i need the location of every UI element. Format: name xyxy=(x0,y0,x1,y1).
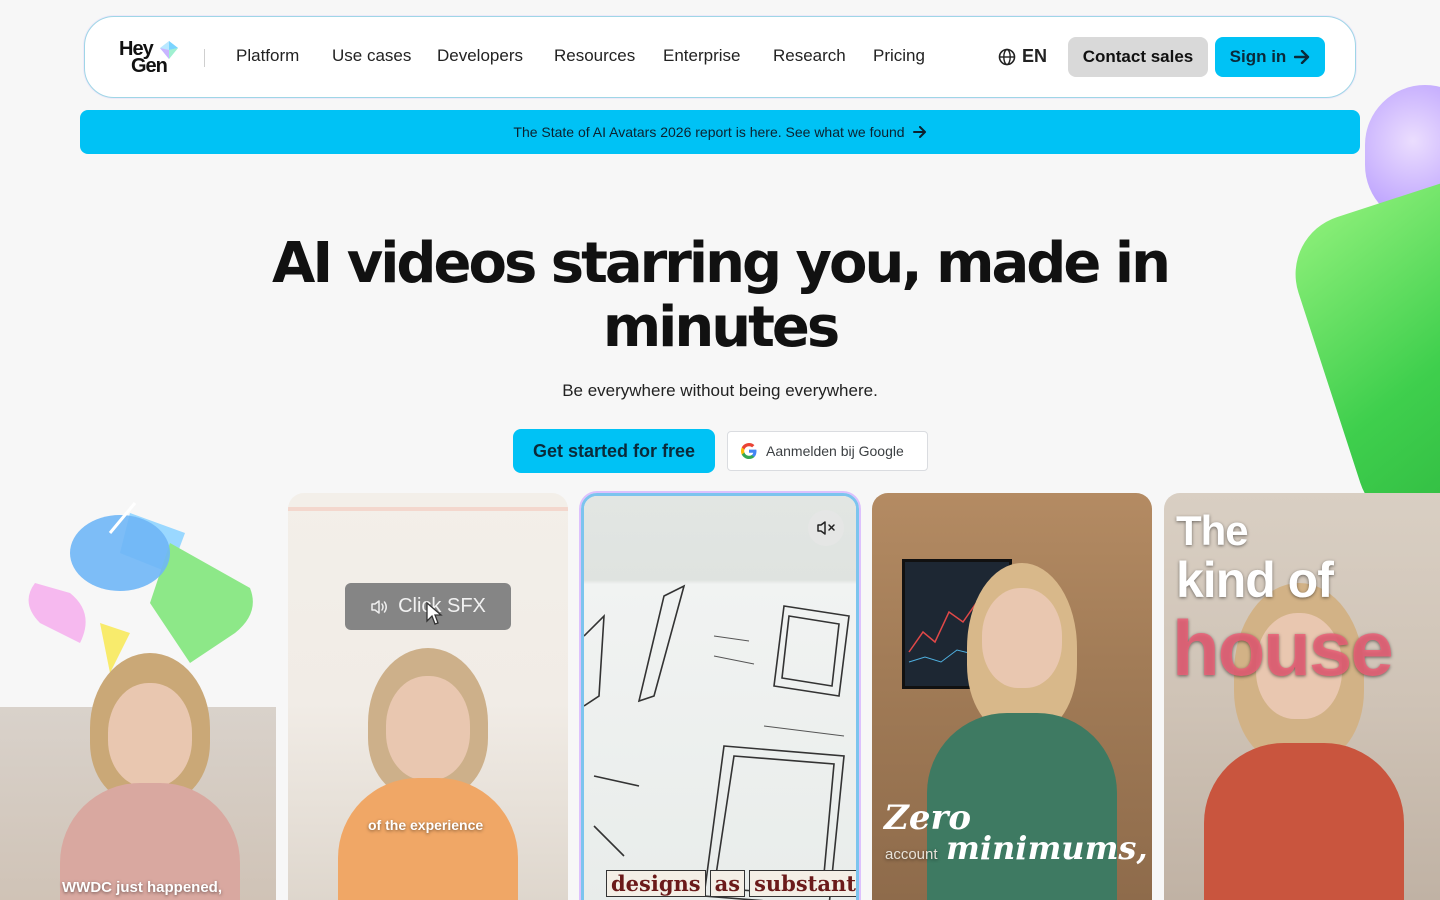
logo-gem-icon xyxy=(160,41,178,59)
caption-word: as xyxy=(709,870,746,897)
caption-word: designs xyxy=(606,870,706,897)
video-card[interactable]: The kind of house xyxy=(1164,493,1440,900)
video-caption: of the experience xyxy=(368,817,484,833)
get-started-button[interactable]: Get started for free xyxy=(513,429,715,473)
patent-drawing-illustration xyxy=(584,584,850,900)
video-caption: WWDC just happened, xyxy=(62,879,222,896)
language-label: EN xyxy=(1022,46,1048,66)
globe-icon xyxy=(998,48,1016,65)
nav-item-research[interactable]: Research xyxy=(773,46,846,66)
word-captions: designsassubstantially xyxy=(606,870,856,897)
card-top-stripe xyxy=(288,507,568,511)
google-sign-in-button[interactable]: Aanmelden bij Google xyxy=(727,431,928,471)
language-selector[interactable]: EN xyxy=(998,46,1047,67)
arrow-right-icon xyxy=(1294,50,1310,64)
nav-item-pricing[interactable]: Pricing xyxy=(873,46,925,66)
video-caption-line3: house xyxy=(1172,604,1394,692)
sign-in-label: Sign in xyxy=(1229,47,1287,66)
heygen-logo[interactable]: Hey Gen xyxy=(119,39,183,79)
caption-word: substantially xyxy=(749,870,856,897)
nav-divider xyxy=(204,49,205,67)
video-card[interactable]: Click SFX of the experience xyxy=(288,493,568,900)
nav-item-platform[interactable]: Platform xyxy=(236,46,299,66)
mute-toggle-button[interactable] xyxy=(808,510,844,546)
contact-sales-button[interactable]: Contact sales xyxy=(1068,37,1208,77)
video-caption-line2: kind of xyxy=(1176,552,1334,608)
video-caption-small: account xyxy=(885,846,938,863)
nav-item-resources[interactable]: Resources xyxy=(554,46,635,66)
arrow-right-icon xyxy=(912,126,926,138)
nav-item-use-cases[interactable]: Use cases xyxy=(332,46,411,66)
video-card[interactable]: WWDC just happened, xyxy=(0,493,276,900)
speaker-icon xyxy=(371,599,388,614)
muted-speaker-icon xyxy=(817,521,835,535)
sign-in-button[interactable]: Sign in xyxy=(1215,37,1325,77)
mouse-cursor-icon xyxy=(426,601,443,625)
announcement-banner[interactable]: The State of AI Avatars 2026 report is h… xyxy=(80,110,1360,154)
video-caption-line1: The xyxy=(1176,507,1249,554)
video-card-active[interactable]: designsassubstantially xyxy=(581,493,859,900)
hero-title: AI videos starring you, made in minutes xyxy=(272,231,1171,360)
google-icon xyxy=(741,443,757,459)
top-navbar: Hey Gen Platform Use cases Developers Re… xyxy=(84,16,1356,98)
nav-item-enterprise[interactable]: Enterprise xyxy=(663,46,740,66)
video-card[interactable]: Zero account minimums, xyxy=(872,493,1152,900)
decorative-blob-green xyxy=(1279,180,1440,540)
hero-subtitle: Be everywhere without being everywhere. xyxy=(562,381,878,400)
nav-item-developers[interactable]: Developers xyxy=(437,46,523,66)
video-caption-italic: minimums, xyxy=(946,829,1148,867)
google-sign-in-label: Aanmelden bij Google xyxy=(766,443,904,459)
banner-text: The State of AI Avatars 2026 report is h… xyxy=(513,124,905,140)
